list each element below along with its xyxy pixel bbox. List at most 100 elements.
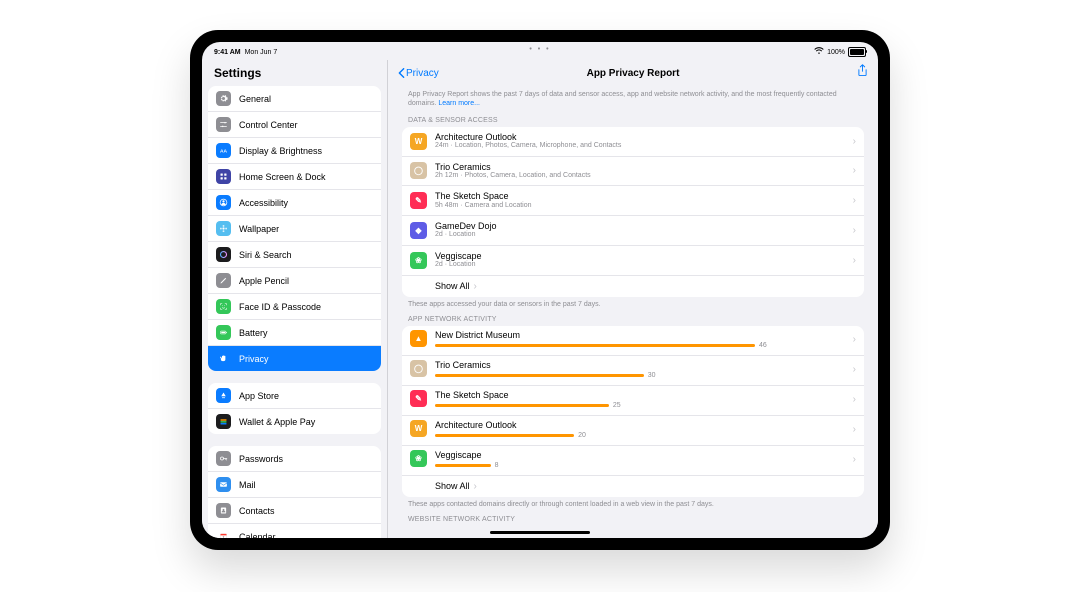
mail-icon xyxy=(216,477,231,492)
sidebar-item-display-brightness[interactable]: AA Display & Brightness xyxy=(208,138,381,164)
page-title: App Privacy Report xyxy=(587,68,680,79)
back-label: Privacy xyxy=(406,68,439,79)
sidebar-item-label: Calendar xyxy=(239,532,276,539)
sensor-row[interactable]: ◯ Trio Ceramics2h 12m · Photos, Camera, L… xyxy=(402,157,864,187)
sidebar-item-mail[interactable]: Mail xyxy=(208,472,381,498)
pencil-icon xyxy=(216,273,231,288)
appnet-row[interactable]: WArchitecture Outlook20› xyxy=(402,416,864,446)
sidebar-item-siri-search[interactable]: Siri & Search xyxy=(208,242,381,268)
sidebar-item-apple-pencil[interactable]: Apple Pencil xyxy=(208,268,381,294)
app-name: GameDev Dojo xyxy=(435,221,849,231)
status-time: 9:41 AM xyxy=(214,49,241,56)
app-icon: ❀ xyxy=(410,252,427,269)
app-icon: ❀ xyxy=(410,450,427,467)
chevron-right-icon: › xyxy=(853,454,856,465)
show-all-button[interactable]: Show All› xyxy=(402,276,864,297)
app-detail: 2h 12m · Photos, Camera, Location, and C… xyxy=(435,172,849,180)
intro-text: App Privacy Report shows the past 7 days… xyxy=(408,90,858,109)
nav-bar: Privacy App Privacy Report xyxy=(388,60,878,86)
sidebar-item-label: Display & Brightness xyxy=(239,146,322,156)
grid-icon xyxy=(216,169,231,184)
activity-bar: 25 xyxy=(435,402,849,409)
sensor-card: WArchitecture Outlook24m · Location, Pho… xyxy=(402,127,864,297)
appnet-row[interactable]: ◯Trio Ceramics30› xyxy=(402,356,864,386)
battery-icon xyxy=(216,325,231,340)
chevron-right-icon: › xyxy=(853,136,856,147)
activity-bar: 30 xyxy=(435,372,849,379)
app-icon: ◯ xyxy=(410,162,427,179)
contacts-icon xyxy=(216,503,231,518)
section-header-appnet: APP NETWORK ACTIVITY xyxy=(408,316,858,323)
sidebar-item-battery[interactable]: Battery xyxy=(208,320,381,346)
sidebar-item-label: Apple Pencil xyxy=(239,276,289,286)
app-name: The Sketch Space xyxy=(435,390,849,400)
sidebar-item-privacy[interactable]: Privacy xyxy=(208,346,381,371)
app-icon: W xyxy=(410,420,427,437)
hand-icon xyxy=(216,351,231,366)
chevron-right-icon: › xyxy=(853,195,856,206)
sidebar-item-contacts[interactable]: Contacts xyxy=(208,498,381,524)
activity-value: 30 xyxy=(648,372,656,379)
activity-bar: 46 xyxy=(435,342,849,349)
sidebar-item-label: Contacts xyxy=(239,506,275,516)
app-icon: ▲ xyxy=(410,330,427,347)
app-name: Veggiscape xyxy=(435,251,849,261)
section-header-sensor: DATA & SENSOR ACCESS xyxy=(408,117,858,124)
sidebar-item-label: Privacy xyxy=(239,354,269,364)
sidebar-item-app-store[interactable]: App Store xyxy=(208,383,381,409)
chevron-right-icon: › xyxy=(853,225,856,236)
app-name: Veggiscape xyxy=(435,450,849,460)
app-detail: 2d · Location xyxy=(435,231,849,239)
svg-text:AA: AA xyxy=(220,148,228,154)
activity-value: 25 xyxy=(613,402,621,409)
appnet-row[interactable]: ▲ New District Museum 46 › xyxy=(402,326,864,356)
sliders-icon xyxy=(216,117,231,132)
sensor-row[interactable]: ❀Veggiscape2d · Location› xyxy=(402,246,864,276)
sensor-row[interactable]: ✎The Sketch Space5h 48m · Camera and Loc… xyxy=(402,186,864,216)
status-date: Mon Jun 7 xyxy=(245,49,278,56)
sidebar-item-face-id-passcode[interactable]: Face ID & Passcode xyxy=(208,294,381,320)
sidebar-item-wallet-apple-pay[interactable]: Wallet & Apple Pay xyxy=(208,409,381,434)
gear-icon xyxy=(216,91,231,106)
status-bar: 9:41 AM Mon Jun 7 • • • 100% xyxy=(202,42,878,60)
sidebar-item-label: General xyxy=(239,94,271,104)
learn-more-link[interactable]: Learn more... xyxy=(438,100,480,107)
back-button[interactable]: Privacy xyxy=(398,68,439,79)
show-all-button[interactable]: Show All› xyxy=(402,476,864,497)
share-button[interactable] xyxy=(857,64,868,82)
chevron-right-icon: › xyxy=(474,281,477,292)
calendar-icon: 7 xyxy=(216,529,231,538)
sidebar-item-label: Passwords xyxy=(239,454,283,464)
sidebar-item-control-center[interactable]: Control Center xyxy=(208,112,381,138)
multitask-dots[interactable]: • • • xyxy=(529,46,550,53)
activity-bar: 20 xyxy=(435,432,849,439)
sidebar-item-general[interactable]: General xyxy=(208,86,381,112)
sidebar-item-wallpaper[interactable]: Wallpaper xyxy=(208,216,381,242)
app-name: Trio Ceramics xyxy=(435,162,849,172)
sidebar-item-accessibility[interactable]: Accessibility xyxy=(208,190,381,216)
app-detail: 5h 48m · Camera and Location xyxy=(435,202,849,210)
appnet-row[interactable]: ✎The Sketch Space25› xyxy=(402,386,864,416)
battery-pct: 100% xyxy=(827,49,845,56)
chevron-right-icon: › xyxy=(853,334,856,345)
activity-value: 8 xyxy=(495,462,499,469)
app-icon: W xyxy=(410,133,427,150)
sensor-row[interactable]: WArchitecture Outlook24m · Location, Pho… xyxy=(402,127,864,157)
key-icon xyxy=(216,451,231,466)
app-name: New District Museum xyxy=(435,330,849,340)
wifi-icon xyxy=(814,47,824,57)
sidebar-item-label: Wallet & Apple Pay xyxy=(239,417,315,427)
sidebar-item-calendar[interactable]: 7 Calendar xyxy=(208,524,381,538)
content-scroll[interactable]: App Privacy Report shows the past 7 days… xyxy=(388,86,878,538)
appnet-row[interactable]: ❀ Veggiscape 8 › xyxy=(402,446,864,476)
sidebar-item-home-screen-dock[interactable]: Home Screen & Dock xyxy=(208,164,381,190)
appstore-icon xyxy=(216,388,231,403)
sidebar-item-label: Face ID & Passcode xyxy=(239,302,321,312)
detail-pane: Privacy App Privacy Report App Privacy R… xyxy=(388,60,878,538)
sidebar-item-passwords[interactable]: Passwords xyxy=(208,446,381,472)
app-name: Architecture Outlook xyxy=(435,420,849,430)
settings-sidebar: Settings GeneralControl CenterAADisplay … xyxy=(202,60,388,538)
person-icon xyxy=(216,195,231,210)
home-indicator[interactable] xyxy=(490,531,590,534)
sensor-row[interactable]: ◆GameDev Dojo2d · Location› xyxy=(402,216,864,246)
